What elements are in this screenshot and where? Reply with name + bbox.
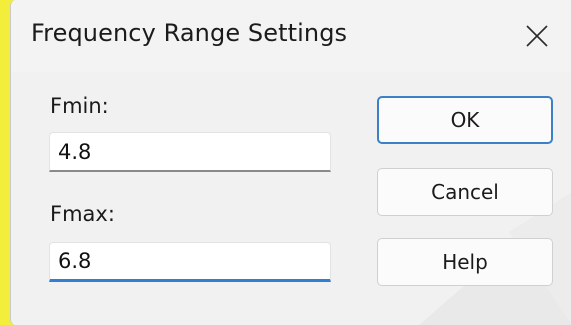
dialog-title: Frequency Range Settings — [31, 19, 348, 47]
fmax-label: Fmax: — [50, 202, 115, 226]
fmin-label: Fmin: — [50, 94, 109, 118]
close-button[interactable] — [511, 14, 563, 58]
cancel-button[interactable]: Cancel — [377, 168, 553, 216]
frequency-range-dialog: Frequency Range Settings Fmin: Fmax: OK … — [10, 0, 571, 325]
ok-button[interactable]: OK — [377, 96, 553, 144]
screen: Frequency Range Settings Fmin: Fmax: OK … — [0, 0, 571, 325]
fmin-input[interactable] — [49, 132, 331, 172]
dialog-body: Fmin: Fmax: OK Cancel Help — [11, 72, 571, 325]
close-icon — [526, 25, 548, 47]
help-button[interactable]: Help — [377, 238, 553, 286]
title-bar[interactable]: Frequency Range Settings — [11, 0, 571, 72]
fmax-input[interactable] — [49, 242, 331, 282]
